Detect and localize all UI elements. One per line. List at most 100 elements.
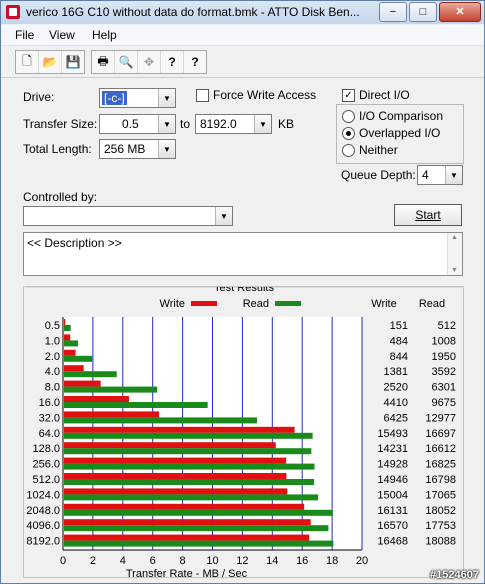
direct-io-checkbox[interactable]: ✓: [342, 89, 355, 102]
category-label: 8192.0: [26, 536, 60, 548]
context-help-icon[interactable]: ?: [184, 51, 206, 73]
x-tick-label: 18: [326, 555, 338, 567]
write-value: 844: [390, 351, 408, 363]
minimize-icon: −: [389, 5, 397, 18]
new-icon[interactable]: 🗋: [16, 51, 39, 73]
queue-depth-select[interactable]: 4 ▼: [417, 165, 463, 185]
drive-select[interactable]: [-c-] ▼: [99, 88, 176, 108]
save-icon[interactable]: 💾: [62, 51, 84, 73]
x-tick-label: 12: [236, 555, 248, 567]
total-length-select[interactable]: 256 MB ▼: [99, 139, 176, 159]
overlapped-io-radio[interactable]: [342, 127, 355, 140]
description-text: << Description >>: [27, 236, 122, 250]
description-scrollbar[interactable]: ▲ ▼: [447, 233, 462, 275]
read-value: 9675: [432, 397, 456, 409]
x-tick-label: 8: [180, 555, 186, 567]
column-header-write: Write: [371, 298, 396, 310]
menu-file[interactable]: File: [15, 28, 34, 42]
maximize-button[interactable]: □: [409, 2, 437, 22]
io-comparison-label: I/O Comparison: [359, 109, 444, 123]
write-bar: [64, 426, 295, 433]
category-label: 1.0: [45, 335, 60, 347]
read-value: 18052: [425, 505, 456, 517]
direct-io-label: Direct I/O: [359, 88, 410, 102]
write-bar: [64, 319, 66, 325]
scroll-up-icon[interactable]: ▲: [451, 234, 458, 241]
print-preview-icon[interactable]: 🔍: [115, 51, 138, 73]
io-comparison-radio[interactable]: [342, 110, 355, 123]
watermark: #1524607: [430, 569, 479, 581]
read-bar: [64, 463, 315, 470]
read-value: 3592: [432, 366, 456, 378]
category-label: 128.0: [32, 443, 60, 455]
write-bar: [64, 457, 287, 464]
transfer-from-value: 0.5: [122, 117, 139, 131]
legend-read-swatch: [275, 301, 301, 306]
controlled-by-label: Controlled by:: [23, 190, 98, 204]
window-title: verico 16G C10 without data do format.bm…: [26, 5, 360, 19]
minimize-button[interactable]: −: [379, 2, 407, 22]
menu-help[interactable]: Help: [92, 28, 117, 42]
chevron-down-icon: ▼: [158, 140, 175, 158]
transfer-from-select[interactable]: 0.5 ▼: [99, 114, 176, 134]
x-tick-label: 10: [206, 555, 218, 567]
transfer-to-select[interactable]: 8192.0 ▼: [195, 114, 272, 134]
test-results-chart: Test Results Write Read Write Read 0 2 4 6 8 10 12 1…: [25, 287, 462, 577]
description-box[interactable]: << Description >> ▲ ▼: [23, 232, 463, 276]
open-icon[interactable]: 📂: [39, 51, 62, 73]
chevron-down-icon: ▼: [158, 115, 175, 133]
title-bar[interactable]: verico 16G C10 without data do format.bm…: [1, 1, 484, 24]
read-bar: [64, 386, 158, 393]
read-bar: [64, 494, 319, 501]
x-axis-label: Transfer Rate - MB / Sec: [126, 568, 248, 577]
neither-radio[interactable]: [342, 144, 355, 157]
write-value: 14231: [377, 443, 408, 455]
help-icon[interactable]: ?: [161, 51, 184, 73]
queue-depth-value: 4: [422, 168, 429, 182]
category-label: 32.0: [39, 412, 60, 424]
category-label: 8.0: [45, 382, 60, 394]
menu-view[interactable]: View: [49, 28, 75, 42]
category-label: 4.0: [45, 366, 60, 378]
category-label: 2.0: [45, 351, 60, 363]
write-bar: [64, 380, 101, 387]
force-write-checkbox[interactable]: [196, 89, 209, 102]
print-icon[interactable]: 🖶: [92, 51, 115, 73]
read-value: 512: [438, 320, 456, 332]
total-length-label: Total Length:: [23, 142, 92, 156]
chevron-down-icon: ▼: [254, 115, 271, 133]
app-window: verico 16G C10 without data do format.bm…: [0, 0, 485, 584]
read-value: 6301: [432, 382, 456, 394]
read-bar: [64, 525, 329, 532]
x-tick-label: 6: [150, 555, 156, 567]
read-value: 16612: [425, 443, 456, 455]
move-icon[interactable]: ✥: [138, 51, 161, 73]
toolbar-file-group: 🗋 📂 💾: [15, 50, 85, 74]
chevron-down-icon: ▼: [158, 89, 175, 107]
force-write-label: Force Write Access: [213, 88, 317, 102]
read-bar: [64, 509, 333, 516]
read-value: 17065: [425, 489, 456, 501]
read-bar: [64, 325, 71, 331]
transfer-to-label: to: [180, 117, 191, 131]
write-value: 151: [390, 320, 408, 332]
category-label: 4096.0: [26, 520, 60, 532]
x-tick-label: 14: [266, 555, 278, 567]
category-label: 1024.0: [26, 489, 60, 501]
transfer-size-label: Transfer Size:: [23, 117, 98, 131]
read-value: 1950: [432, 351, 456, 363]
close-button[interactable]: ✕: [439, 2, 481, 22]
start-button[interactable]: Start: [394, 204, 462, 226]
read-bar: [64, 371, 117, 378]
drive-value: [-c-]: [102, 91, 127, 105]
read-bar: [64, 417, 258, 424]
category-label: 256.0: [32, 459, 60, 471]
scroll-down-icon[interactable]: ▼: [451, 267, 458, 274]
queue-depth-label: Queue Depth:: [341, 168, 416, 182]
write-bar: [64, 396, 129, 402]
write-bar: [64, 365, 84, 372]
close-icon: ✕: [455, 5, 465, 18]
toolbar: 🗋 📂 💾 🖶 🔍 ✥ ? ?: [1, 47, 484, 78]
controlled-by-select[interactable]: ▼: [23, 206, 233, 226]
write-bar: [64, 334, 71, 341]
